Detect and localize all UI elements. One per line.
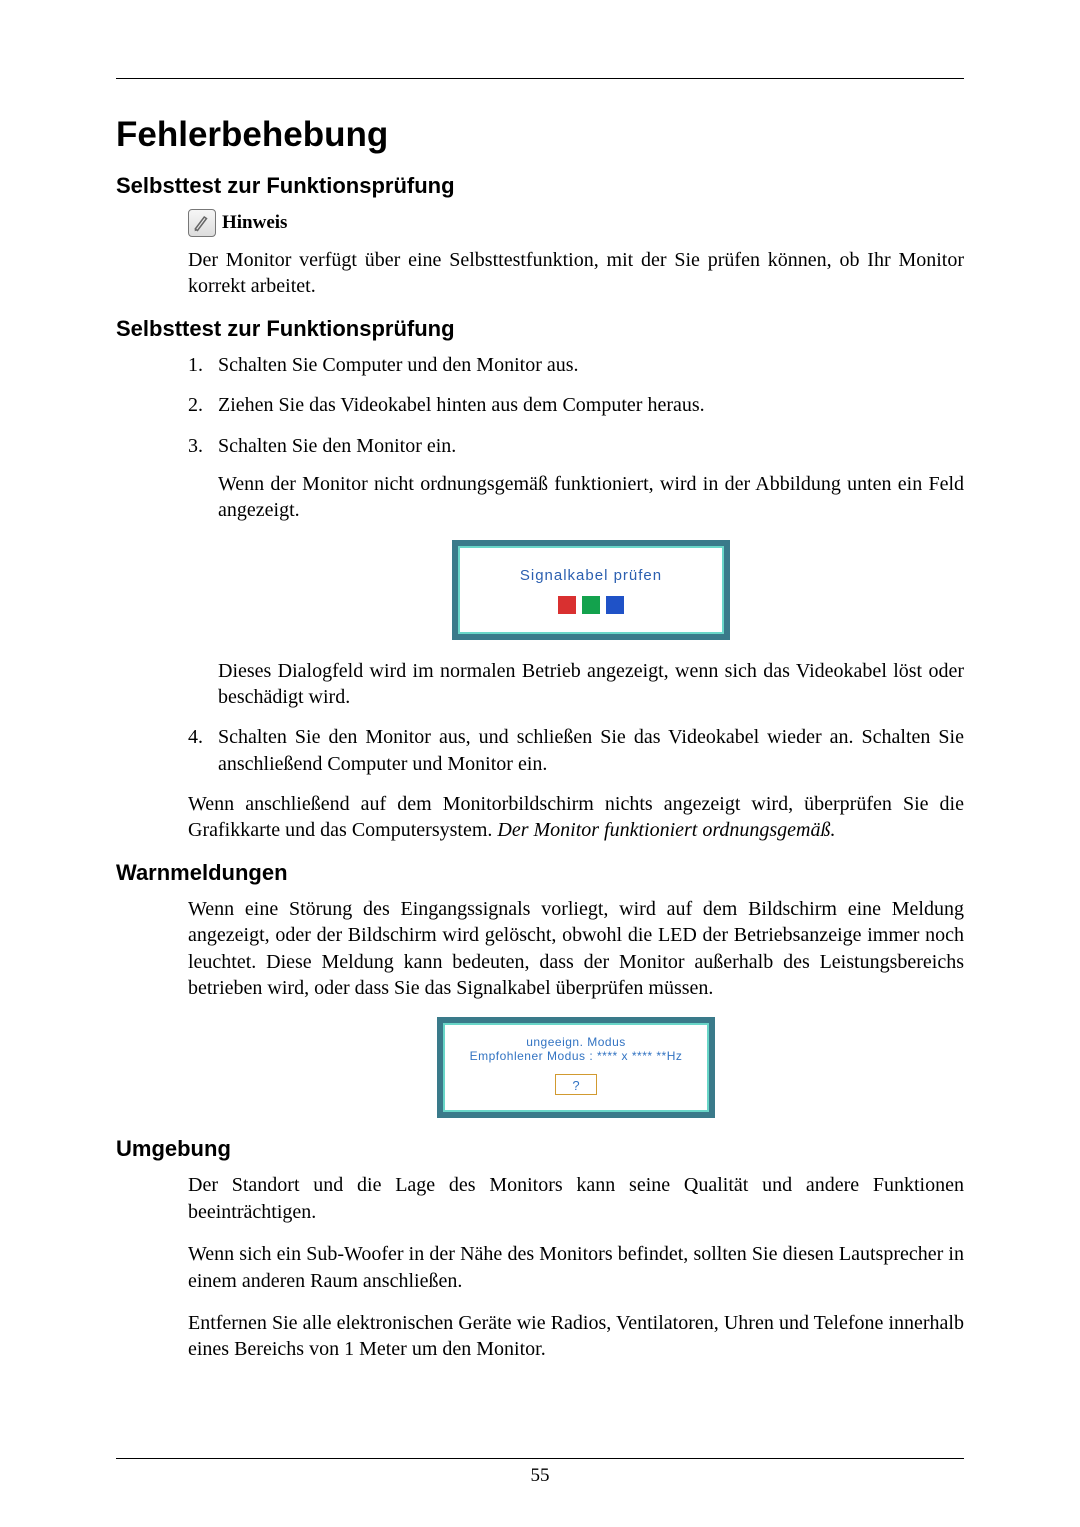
figure-signal-cable: Signalkabel prüfen <box>218 540 964 640</box>
section-heading-selftest-intro: Selbsttest zur Funktionsprüfung <box>116 173 964 199</box>
step-text: Ziehen Sie das Videokabel hinten aus dem… <box>218 394 705 416</box>
section-heading-warnings: Warnmeldungen <box>116 860 964 886</box>
environment-p3: Entfernen Sie alle elektronischen Geräte… <box>188 1310 964 1363</box>
step-2: Ziehen Sie das Videokabel hinten aus dem… <box>188 392 964 418</box>
note-label: Hinweis <box>222 212 287 234</box>
after-steps-paragraph: Wenn anschließend auf dem Monitorbildsch… <box>188 791 964 844</box>
step-3-paragraph-2: Dieses Dialogfeld wird im normalen Betri… <box>218 658 964 711</box>
figure-mode-button: ? <box>555 1074 596 1095</box>
section-heading-environment: Umgebung <box>116 1136 964 1162</box>
content: Fehlerbehebung Selbsttest zur Funktionsp… <box>116 115 964 1363</box>
environment-p1: Der Standort und die Lage des Monitors k… <box>188 1172 964 1225</box>
color-box-blue <box>606 596 624 614</box>
environment-p2: Wenn sich ein Sub-Woofer in der Nähe des… <box>188 1241 964 1294</box>
figure-signal-cable-text: Signalkabel prüfen <box>468 566 714 586</box>
section-heading-selftest-steps: Selbsttest zur Funktionsprüfung <box>116 316 964 342</box>
step-text: Schalten Sie den Monitor ein. <box>218 435 456 457</box>
note-block: Hinweis Der Monitor verfügt über eine Se… <box>188 209 964 300</box>
figure-color-boxes <box>468 596 714 614</box>
environment-block: Der Standort und die Lage des Monitors k… <box>188 1172 964 1362</box>
figure-mode: ungeeign. Modus Empfohlener Modus : ****… <box>188 1017 964 1118</box>
page: Fehlerbehebung Selbsttest zur Funktionsp… <box>0 0 1080 1527</box>
figure-mode-line1: ungeeign. Modus <box>455 1035 697 1049</box>
step-text: Schalten Sie den Monitor aus, und schlie… <box>218 726 964 774</box>
note-icon <box>188 209 216 237</box>
step-1: Schalten Sie Computer und den Monitor au… <box>188 352 964 378</box>
rule-top <box>116 78 964 79</box>
warnings-block: Wenn eine Störung des Eingangssignals vo… <box>188 896 964 1119</box>
note-paragraph: Der Monitor verfügt über eine Selbsttest… <box>188 247 964 300</box>
rule-bottom <box>116 1458 964 1459</box>
steps-block: Schalten Sie Computer und den Monitor au… <box>188 352 964 844</box>
color-box-green <box>582 596 600 614</box>
after-steps-italic: Der Monitor funktioniert ordnungsgemäß. <box>497 819 835 841</box>
page-footer: 55 <box>116 1448 964 1487</box>
step-3: Schalten Sie den Monitor ein. Wenn der M… <box>188 433 964 711</box>
step-4: Schalten Sie den Monitor aus, und schlie… <box>188 724 964 777</box>
page-number: 55 <box>116 1465 964 1487</box>
page-title: Fehlerbehebung <box>116 115 964 155</box>
color-box-red <box>558 596 576 614</box>
step-3-paragraph-1: Wenn der Monitor nicht ordnungsgemäß fun… <box>218 471 964 524</box>
step-text: Schalten Sie Computer und den Monitor au… <box>218 354 579 376</box>
warnings-paragraph: Wenn eine Störung des Eingangssignals vo… <box>188 896 964 1002</box>
figure-mode-line2: Empfohlener Modus : **** x **** **Hz <box>455 1049 697 1063</box>
steps-list: Schalten Sie Computer und den Monitor au… <box>188 352 964 777</box>
